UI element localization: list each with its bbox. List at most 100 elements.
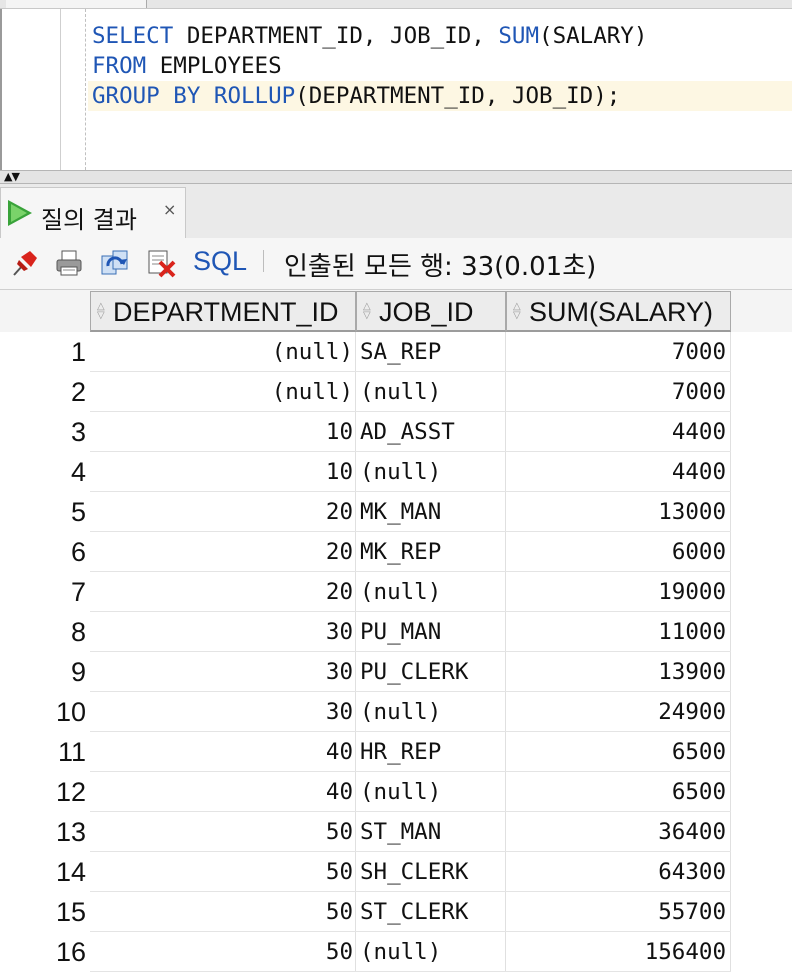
cell-sum-salary[interactable]: 6000 bbox=[506, 532, 731, 571]
table-row[interactable]: 11 40 HR_REP 6500 bbox=[0, 732, 792, 772]
cell-sum-salary[interactable]: 4400 bbox=[506, 452, 731, 491]
pin-icon[interactable] bbox=[10, 248, 40, 278]
cell-department-id[interactable]: 30 bbox=[90, 652, 356, 691]
cell-job-id[interactable]: MK_REP bbox=[356, 532, 506, 571]
worksheet-tab[interactable] bbox=[6, 0, 147, 8]
cell-department-id[interactable]: 40 bbox=[90, 732, 356, 771]
results-toolbar: SQL 인출된 모든 행: 33(0.01초) bbox=[0, 238, 792, 290]
cell-job-id[interactable]: (null) bbox=[356, 692, 506, 731]
refresh-icon[interactable] bbox=[100, 248, 130, 278]
column-header-department-id[interactable]: △ ▽ DEPARTMENT_ID bbox=[90, 291, 356, 332]
pane-splitter[interactable]: ▲▼ bbox=[0, 170, 792, 184]
cell-department-id[interactable]: 20 bbox=[90, 492, 356, 531]
cell-job-id[interactable]: (null) bbox=[356, 932, 506, 971]
row-number: 7 bbox=[70, 577, 86, 607]
cell-sum-salary[interactable]: 6500 bbox=[506, 732, 731, 771]
table-row[interactable]: 2 (null) (null) 7000 bbox=[0, 372, 792, 412]
cell-sum-salary[interactable]: 7000 bbox=[506, 332, 731, 371]
table-row[interactable]: 10 30 (null) 24900 bbox=[0, 692, 792, 732]
cell-job-id[interactable]: PU_CLERK bbox=[356, 652, 506, 691]
cell-sum-salary[interactable]: 24900 bbox=[506, 692, 731, 731]
cell-job-id[interactable]: AD_ASST bbox=[356, 412, 506, 451]
code-line-1[interactable]: SELECT DEPARTMENT_ID, JOB_ID, SUM(SALARY… bbox=[92, 21, 647, 51]
table-row[interactable]: 15 50 ST_CLERK 55700 bbox=[0, 892, 792, 932]
table-row[interactable]: 16 50 (null) 156400 bbox=[0, 932, 792, 972]
cell-sum-salary[interactable]: 13000 bbox=[506, 492, 731, 531]
table-row[interactable]: 6 20 MK_REP 6000 bbox=[0, 532, 792, 572]
cell-sum-salary[interactable]: 36400 bbox=[506, 812, 731, 851]
sort-icon[interactable]: △ ▽ bbox=[363, 292, 375, 321]
sql-button[interactable]: SQL bbox=[193, 246, 247, 277]
table-row[interactable]: 12 40 (null) 6500 bbox=[0, 772, 792, 812]
cell-job-id[interactable]: (null) bbox=[356, 572, 506, 611]
cancel-icon[interactable] bbox=[146, 248, 176, 278]
cell-job-id[interactable]: SH_CLERK bbox=[356, 852, 506, 891]
code-fold-guide bbox=[85, 9, 86, 170]
close-icon[interactable]: × bbox=[163, 200, 176, 219]
cell-job-id[interactable]: SA_REP bbox=[356, 332, 506, 371]
cell-job-id[interactable]: ST_MAN bbox=[356, 812, 506, 851]
cell-department-id[interactable]: (null) bbox=[90, 372, 356, 411]
cell-department-id[interactable]: 40 bbox=[90, 772, 356, 811]
cell-department-id[interactable]: 50 bbox=[90, 812, 356, 851]
cell-sum-salary[interactable]: 64300 bbox=[506, 852, 731, 891]
column-header-job-id[interactable]: △ ▽ JOB_ID bbox=[356, 291, 506, 332]
cell-department-id[interactable]: 10 bbox=[90, 452, 356, 491]
row-number: 16 bbox=[55, 937, 86, 967]
sort-icon[interactable]: △ ▽ bbox=[97, 292, 109, 321]
query-builder-tab[interactable] bbox=[158, 0, 318, 8]
cell-department-id[interactable]: 30 bbox=[90, 612, 356, 651]
cell-sum-salary[interactable]: 55700 bbox=[506, 892, 731, 931]
cell-department-id[interactable]: 50 bbox=[90, 932, 356, 971]
cell-sum-salary[interactable]: 13900 bbox=[506, 652, 731, 691]
cell-sum-salary[interactable]: 19000 bbox=[506, 572, 731, 611]
row-number: 8 bbox=[70, 617, 86, 647]
row-number: 3 bbox=[70, 417, 86, 447]
cell-sum-salary[interactable]: 7000 bbox=[506, 372, 731, 411]
cell-department-id[interactable]: (null) bbox=[90, 332, 356, 371]
code-text: EMPLOYEES bbox=[146, 53, 282, 79]
sql-editor[interactable]: SELECT DEPARTMENT_ID, JOB_ID, SUM(SALARY… bbox=[0, 9, 792, 170]
cell-job-id[interactable]: MK_MAN bbox=[356, 492, 506, 531]
cell-department-id[interactable]: 10 bbox=[90, 412, 356, 451]
cell-job-id[interactable]: (null) bbox=[356, 372, 506, 411]
cell-department-id[interactable]: 20 bbox=[90, 532, 356, 571]
cell-job-id[interactable]: HR_REP bbox=[356, 732, 506, 771]
row-number: 14 bbox=[55, 857, 86, 887]
cell-sum-salary[interactable]: 11000 bbox=[506, 612, 731, 651]
table-row[interactable]: 13 50 ST_MAN 36400 bbox=[0, 812, 792, 852]
table-row[interactable]: 14 50 SH_CLERK 64300 bbox=[0, 852, 792, 892]
table-row[interactable]: 3 10 AD_ASST 4400 bbox=[0, 412, 792, 452]
splitter-arrows-icon[interactable]: ▲▼ bbox=[4, 171, 20, 183]
keyword: FROM bbox=[92, 53, 147, 79]
cell-department-id[interactable]: 50 bbox=[90, 892, 356, 931]
table-row[interactable]: 9 30 PU_CLERK 13900 bbox=[0, 652, 792, 692]
cell-sum-salary[interactable]: 6500 bbox=[506, 772, 731, 811]
cell-department-id[interactable]: 20 bbox=[90, 572, 356, 611]
cell-job-id[interactable]: (null) bbox=[356, 772, 506, 811]
results-grid[interactable]: △ ▽ DEPARTMENT_ID △ ▽ JOB_ID △ ▽ SUM(SALARY) 1… bbox=[0, 290, 792, 976]
code-line-2[interactable]: FROM EMPLOYEES bbox=[92, 51, 282, 81]
sort-icon[interactable]: △ ▽ bbox=[513, 292, 525, 321]
cell-job-id[interactable]: ST_CLERK bbox=[356, 892, 506, 931]
tab-query-result[interactable]: 질의 결과 × bbox=[0, 187, 186, 238]
table-row[interactable]: 7 20 (null) 19000 bbox=[0, 572, 792, 612]
row-number: 6 bbox=[70, 537, 86, 567]
row-number: 2 bbox=[70, 377, 86, 407]
code-text: (DEPARTMENT_ID, JOB_ID); bbox=[295, 83, 621, 109]
table-row[interactable]: 8 30 PU_MAN 11000 bbox=[0, 612, 792, 652]
cell-job-id[interactable]: PU_MAN bbox=[356, 612, 506, 651]
cell-department-id[interactable]: 50 bbox=[90, 852, 356, 891]
table-row[interactable]: 5 20 MK_MAN 13000 bbox=[0, 492, 792, 532]
cell-sum-salary[interactable]: 156400 bbox=[506, 932, 731, 971]
table-row[interactable]: 4 10 (null) 4400 bbox=[0, 452, 792, 492]
cell-department-id[interactable]: 30 bbox=[90, 692, 356, 731]
column-header-sum-salary[interactable]: △ ▽ SUM(SALARY) bbox=[506, 291, 731, 332]
keyword: GROUP BY ROLLUP bbox=[92, 83, 296, 109]
table-row[interactable]: 1 (null) SA_REP 7000 bbox=[0, 332, 792, 372]
cell-job-id[interactable]: (null) bbox=[356, 452, 506, 491]
cell-sum-salary[interactable]: 4400 bbox=[506, 412, 731, 451]
code-line-3-current[interactable]: GROUP BY ROLLUP(DEPARTMENT_ID, JOB_ID); bbox=[88, 81, 792, 111]
row-number: 13 bbox=[55, 817, 86, 847]
print-icon[interactable] bbox=[54, 248, 84, 278]
